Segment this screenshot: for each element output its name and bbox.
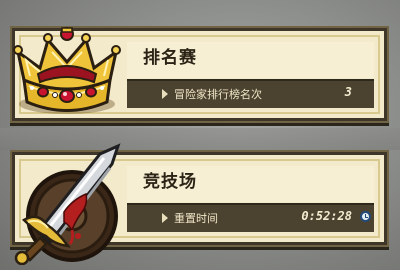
play-arrow-icon bbox=[162, 213, 168, 223]
sword-shield-icon bbox=[14, 143, 121, 265]
arena-info-bar: 重置时间 0:52:28 bbox=[127, 203, 374, 232]
reset-countdown-value: 0:52:28 bbox=[301, 209, 352, 223]
ranked-info-label: 冒险家排行榜名次 bbox=[174, 88, 262, 101]
ranked-match-title: 排名赛 bbox=[143, 48, 197, 68]
ranked-info-bar: 冒险家排行榜名次 3 bbox=[127, 79, 374, 108]
ranked-position-value: 3 bbox=[344, 85, 352, 99]
crown-icon bbox=[13, 27, 121, 114]
clock-icon bbox=[360, 211, 371, 222]
arena-title: 竞技场 bbox=[143, 172, 197, 192]
play-arrow-icon bbox=[162, 89, 168, 99]
reset-time-label: 重置时间 bbox=[174, 212, 218, 225]
